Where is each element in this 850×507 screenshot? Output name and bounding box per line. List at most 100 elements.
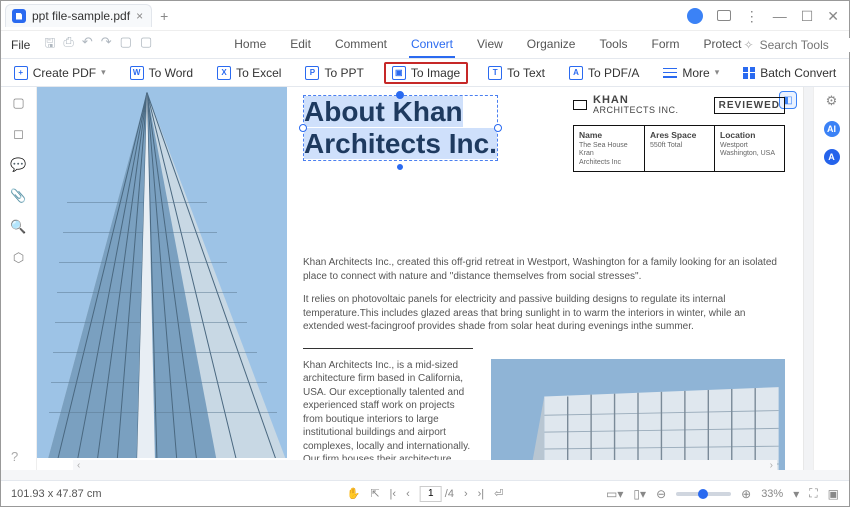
view-controls: ▭▾ ▯▾ ⊖ ⊕ 33%▾ ⛶ ▣ xyxy=(606,486,839,501)
translate-badge-icon[interactable]: A xyxy=(824,149,840,165)
menu-convert[interactable]: Convert xyxy=(409,32,455,58)
search-tools-input[interactable] xyxy=(760,38,850,52)
headline-line-2: Architects Inc. xyxy=(304,128,497,159)
print-icon[interactable]: ⎙ xyxy=(63,34,73,56)
message-icon[interactable] xyxy=(717,10,731,21)
undo-icon[interactable]: ↶ xyxy=(82,34,93,56)
batch-convert-button[interactable]: Batch Convert xyxy=(739,63,840,83)
document-canvas[interactable]: ◧ About Khan Architects Inc. KHANARCHITE… xyxy=(37,87,813,470)
menu-home[interactable]: Home xyxy=(232,32,268,58)
layers-icon[interactable]: ⬡ xyxy=(11,250,26,265)
menu-bar: File 🖫 ⎙ ↶ ↷ ▢ ▢ Home Edit Comment Conve… xyxy=(1,31,849,59)
paragraph-3: Khan Architects Inc., is a mid-sized arc… xyxy=(303,359,473,470)
maximize-button[interactable]: ☐ xyxy=(801,9,814,23)
zoom-out-button[interactable]: ⊖ xyxy=(656,487,666,501)
bookmarks-icon[interactable]: ◻ xyxy=(11,126,26,141)
fit-width-icon[interactable]: ▭▾ xyxy=(606,487,623,501)
main-menus: Home Edit Comment Convert View Organize … xyxy=(232,32,743,58)
menu-comment[interactable]: Comment xyxy=(333,32,389,58)
zoom-in-button[interactable]: ⊕ xyxy=(741,487,751,501)
new-tab-button[interactable]: + xyxy=(160,8,168,24)
kebab-menu-icon[interactable]: ⋮ xyxy=(745,9,759,23)
comments-panel-icon[interactable]: 💬 xyxy=(11,157,26,172)
to-word-button[interactable]: WTo Word xyxy=(126,63,197,83)
save-icon[interactable]: 🖫 xyxy=(44,34,55,56)
last-page-button[interactable]: ›| xyxy=(478,488,485,500)
menu-view[interactable]: View xyxy=(475,32,505,58)
attachments-icon[interactable]: 📎 xyxy=(11,188,26,203)
close-window-button[interactable]: ✕ xyxy=(827,9,839,23)
more-button[interactable]: More▾ xyxy=(659,63,723,83)
reviewed-stamp: REVIEWED xyxy=(714,97,785,114)
paragraph-2: It relies on photovoltaic panels for ele… xyxy=(303,293,785,334)
window-controls: ⋮ — ☐ ✕ xyxy=(687,8,849,24)
to-pdfa-button[interactable]: ATo PDF/A xyxy=(565,63,643,83)
convert-toolbar: +Create PDF▾ WTo Word XTo Excel PTo PPT … xyxy=(1,59,849,87)
brand-logo-icon xyxy=(573,100,587,110)
secondary-building-image xyxy=(491,359,785,470)
zoom-slider[interactable] xyxy=(676,492,731,496)
headline-selection-box[interactable]: About Khan Architects Inc. xyxy=(303,95,498,161)
horizontal-scrollbar[interactable]: ‹› xyxy=(73,460,777,470)
file-menu[interactable]: File xyxy=(1,38,40,52)
selection-handle-bot[interactable] xyxy=(397,164,403,170)
menu-tools[interactable]: Tools xyxy=(597,32,629,58)
to-image-button[interactable]: ▣To Image xyxy=(384,62,468,84)
select-tool-icon[interactable]: ⇱ xyxy=(370,487,379,500)
qat-icon-1[interactable]: ▢ xyxy=(120,34,132,56)
main-area: ▢ ◻ 💬 📎 🔍 ⬡ xyxy=(1,87,849,470)
hand-tool-icon[interactable]: ✋ xyxy=(347,487,361,500)
thumbnails-icon[interactable]: ▢ xyxy=(11,95,26,110)
quick-access-toolbar: 🖫 ⎙ ↶ ↷ ▢ ▢ xyxy=(40,34,152,56)
first-page-button[interactable]: |‹ xyxy=(390,488,397,500)
minimize-button[interactable]: — xyxy=(773,9,787,23)
help-icon[interactable]: ? xyxy=(11,449,18,464)
brand-logo-block: KHANARCHITECTS INC. xyxy=(573,95,679,115)
close-tab-icon[interactable]: × xyxy=(136,9,143,23)
read-mode-icon[interactable]: ▣ xyxy=(828,487,839,501)
tab-label: ppt file-sample.pdf xyxy=(32,9,130,23)
menu-organize[interactable]: Organize xyxy=(525,32,578,58)
hero-building-image xyxy=(37,87,287,458)
next-page-button[interactable]: › xyxy=(464,488,468,500)
to-text-button[interactable]: TTo Text xyxy=(484,63,549,83)
menu-form[interactable]: Form xyxy=(650,32,682,58)
title-bar: ppt file-sample.pdf × + ⋮ — ☐ ✕ xyxy=(1,1,849,31)
fullscreen-icon[interactable]: ⛶ xyxy=(809,486,817,501)
sparkle-icon[interactable]: ✧ xyxy=(744,38,754,52)
user-avatar-icon[interactable] xyxy=(687,8,703,24)
page-total: /4 xyxy=(445,488,454,500)
selection-handle-right[interactable] xyxy=(494,124,502,132)
left-sidebar: ▢ ◻ 💬 📎 🔍 ⬡ xyxy=(1,87,37,470)
qat-icon-2[interactable]: ▢ xyxy=(140,34,152,56)
create-pdf-button[interactable]: +Create PDF▾ xyxy=(10,63,110,83)
pdf-page: ◧ About Khan Architects Inc. KHANARCHITE… xyxy=(37,87,801,458)
ai-badge-icon[interactable]: AI xyxy=(824,121,840,137)
layout-icon[interactable]: ▯▾ xyxy=(633,487,646,501)
menu-edit[interactable]: Edit xyxy=(288,32,313,58)
to-excel-button[interactable]: XTo Excel xyxy=(213,63,285,83)
right-sidebar: ⚙ AI A xyxy=(813,87,849,470)
search-panel-icon[interactable]: 🔍 xyxy=(11,219,26,234)
page-dimensions: 101.93 x 47.87 cm xyxy=(11,488,102,500)
menu-protect[interactable]: Protect xyxy=(702,32,744,58)
selection-handle-top[interactable] xyxy=(396,91,404,99)
properties-panel-icon[interactable]: ⚙ xyxy=(826,93,838,109)
headline-line-1: About Khan xyxy=(304,96,463,127)
info-table: NameThe Sea House KranArchitects Inc Are… xyxy=(573,125,785,172)
selection-handle-left[interactable] xyxy=(299,124,307,132)
jump-icon[interactable]: ⏎ xyxy=(494,487,503,500)
page-content-area: ◧ About Khan Architects Inc. KHANARCHITE… xyxy=(287,87,801,458)
paragraph-1: Khan Architects Inc., created this off-g… xyxy=(303,256,785,283)
page-number-input[interactable] xyxy=(420,486,442,502)
status-bar: 101.93 x 47.87 cm ✋ ⇱ |‹ ‹ /4 › ›| ⏎ ▭▾ … xyxy=(1,480,849,506)
prev-page-button[interactable]: ‹ xyxy=(406,488,410,500)
page-navigator: ✋ ⇱ |‹ ‹ /4 › ›| ⏎ xyxy=(347,486,504,502)
pdf-file-icon xyxy=(12,9,26,23)
vertical-scrollbar[interactable] xyxy=(803,87,813,470)
side-info-block: KHANARCHITECTS INC. REVIEWED NameThe Sea… xyxy=(573,95,785,172)
document-tab[interactable]: ppt file-sample.pdf × xyxy=(5,4,152,27)
zoom-value: 33% xyxy=(761,488,783,500)
redo-icon[interactable]: ↷ xyxy=(101,34,112,56)
to-ppt-button[interactable]: PTo PPT xyxy=(301,63,367,83)
